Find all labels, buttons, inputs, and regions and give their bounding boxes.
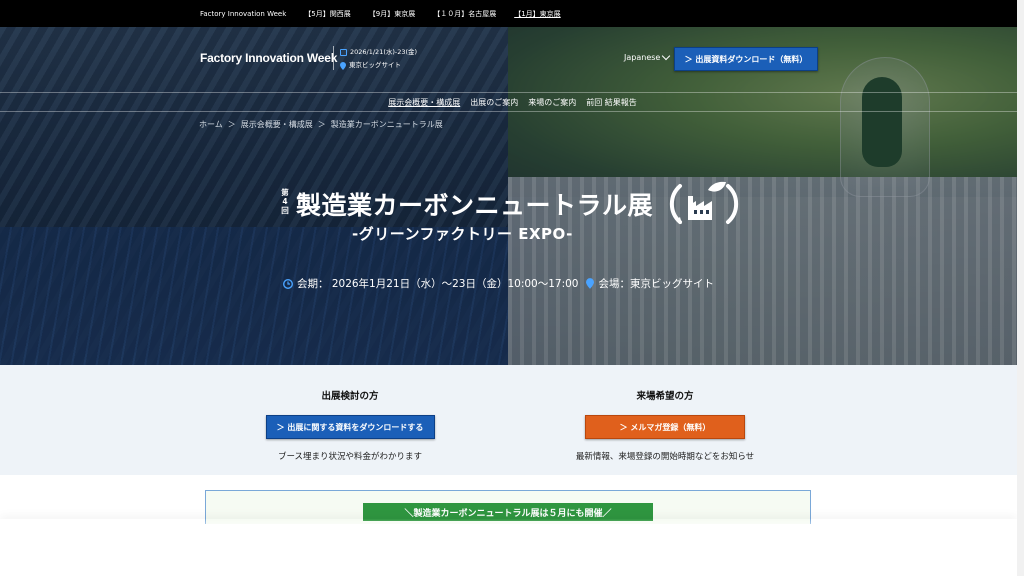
nav-item-exhibit[interactable]: 出展のご案内 bbox=[470, 97, 518, 108]
location-pin-icon bbox=[586, 278, 595, 289]
header-event-info: 2026/1/21(水)-23(金) 東京ビッグサイト bbox=[340, 46, 417, 72]
nav-item-report[interactable]: 前回 結果報告 bbox=[586, 97, 637, 108]
topbar-link-nagoya[interactable]: 【１０月】名古屋展 bbox=[433, 9, 496, 19]
clock-icon bbox=[283, 278, 293, 289]
cta-exhibitor: 出展検討の方 ＞ 出展に関する資料をダウンロードする ブース埋まり状況や料金がわ… bbox=[200, 365, 500, 462]
top-event-bar: Factory Innovation Week 【5月】関西展 【9月】東京展 … bbox=[0, 0, 1017, 27]
chevron-down-icon bbox=[662, 51, 671, 61]
language-selector[interactable]: Japanese bbox=[624, 51, 671, 62]
site-logo[interactable]: Factory Innovation Week bbox=[200, 51, 337, 65]
location-pin-icon bbox=[340, 61, 346, 70]
exhibitor-download-button[interactable]: ＞ 出展に関する資料をダウンロードする bbox=[265, 415, 435, 439]
eco-factory-icon bbox=[669, 181, 739, 224]
topbar-link-kansai[interactable]: 【5月】関西展 bbox=[304, 9, 350, 19]
cta-exhibitor-heading: 出展検討の方 bbox=[321, 391, 379, 402]
language-label: Japanese bbox=[624, 53, 661, 62]
nav-item-overview[interactable]: 展示会概要・構成展 bbox=[388, 97, 460, 108]
breadcrumb: ホーム ＞ 展示会概要・構成展 ＞ 製造業カーボンニュートラル展 bbox=[199, 119, 443, 130]
cta-visitor-heading: 来場希望の方 bbox=[636, 391, 694, 402]
breadcrumb-current: 製造業カーボンニュートラル展 bbox=[330, 120, 443, 129]
hero-event-info: 会期： 2026年1月21日（水）～23日（金）10:00～17:00 会場：東… bbox=[283, 276, 714, 291]
page-title: 製造業カーボンニュートラル展 bbox=[296, 191, 654, 220]
breadcrumb-separator: ＞ bbox=[227, 120, 236, 129]
cta-section: 出展検討の方 ＞ 出展に関する資料をダウンロードする ブース埋まり状況や料金がわ… bbox=[0, 365, 1017, 475]
page-bottom-fade bbox=[0, 519, 1017, 576]
nav-item-visit[interactable]: 来場のご案内 bbox=[528, 97, 576, 108]
cta-exhibitor-note: ブース埋まり状況や料金がわかります bbox=[277, 452, 423, 462]
event-period: 会期： 2026年1月21日（水）～23日（金）10:00～17:00 bbox=[297, 278, 579, 290]
header-venue: 東京ビッグサイト bbox=[349, 61, 401, 69]
cta-visitor: 来場希望の方 ＞ メルマガ登録（無料） 最新情報、来場登録の開始時期などをお知ら… bbox=[515, 365, 815, 462]
page-subtitle: -グリーンファクトリー EXPO- bbox=[352, 225, 573, 243]
breadcrumb-separator: ＞ bbox=[317, 120, 326, 129]
topbar-link-tokyo-jan[interactable]: 【1月】東京展 bbox=[514, 9, 560, 19]
main-nav: 展示会概要・構成展 出展のご案内 来場のご案内 前回 結果報告 bbox=[0, 92, 1017, 112]
header-divider bbox=[333, 46, 334, 70]
breadcrumb-overview[interactable]: 展示会概要・構成展 bbox=[241, 119, 313, 130]
newsletter-signup-button[interactable]: ＞ メルマガ登録（無料） bbox=[585, 415, 745, 439]
cta-visitor-note: 最新情報、来場登録の開始時期などをお知らせ bbox=[575, 452, 755, 462]
event-venue: 会場：東京ビッグサイト bbox=[598, 278, 714, 290]
calendar-icon bbox=[340, 49, 347, 56]
topbar-link-tokyo-sep[interactable]: 【9月】東京展 bbox=[369, 9, 415, 19]
topbar-link-fiw[interactable]: Factory Innovation Week bbox=[200, 10, 286, 18]
breadcrumb-home[interactable]: ホーム bbox=[199, 119, 223, 130]
header-date: 2026/1/21(水)-23(金) bbox=[350, 48, 418, 56]
hero-title-block: 第4回 製造業カーボンニュートラル展 -グリーンファクトリー EXPO- bbox=[280, 176, 750, 246]
download-materials-button[interactable]: ＞ 出展資料ダウンロード（無料） bbox=[674, 47, 818, 71]
edition-label: 第4回 bbox=[281, 188, 289, 215]
scrollbar[interactable] bbox=[1017, 0, 1024, 576]
